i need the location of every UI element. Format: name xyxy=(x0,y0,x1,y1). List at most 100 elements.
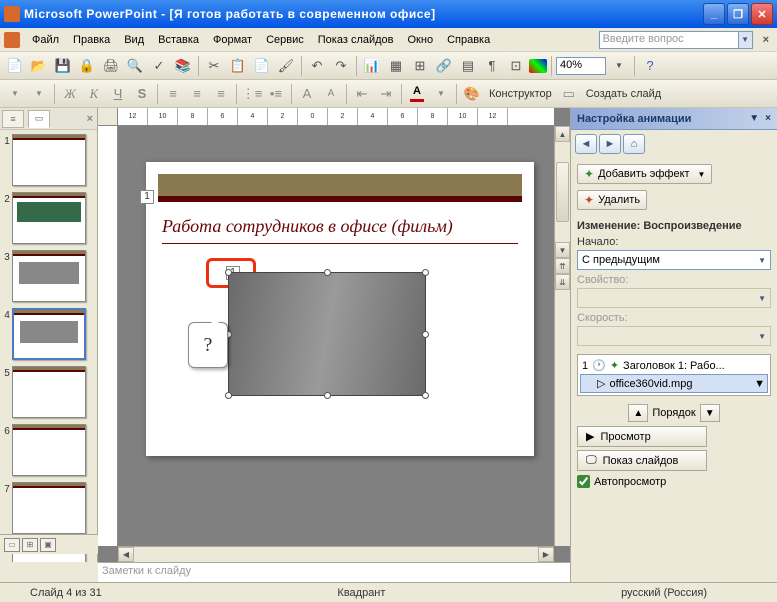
anim-item-2[interactable]: ▷office360vid.mpg▼ xyxy=(580,374,768,393)
cut-icon[interactable]: ✂ xyxy=(203,55,225,77)
new-slide-icon[interactable]: ▭ xyxy=(558,83,580,105)
new-slide-button[interactable]: Создать слайд xyxy=(582,88,665,100)
scroll-down-icon[interactable]: ▼ xyxy=(555,242,570,258)
decrease-font-icon[interactable]: A xyxy=(320,83,342,105)
menu-slideshow[interactable]: Показ слайдов xyxy=(312,32,400,48)
showhide-icon[interactable]: ¶ xyxy=(481,55,503,77)
close-button[interactable]: ✕ xyxy=(751,3,773,25)
slide-title[interactable]: Работа сотрудников в офисе (фильм) xyxy=(146,202,534,243)
add-effect-button[interactable]: ✦Добавить эффект▼ xyxy=(577,164,712,184)
remove-button[interactable]: ✦Удалить xyxy=(577,190,647,210)
thumb-5[interactable]: 5 xyxy=(2,366,95,418)
menu-help[interactable]: Справка xyxy=(441,32,496,48)
hyperlink-icon[interactable]: 🔗 xyxy=(433,55,455,77)
pane-dropdown-icon[interactable]: ▼ xyxy=(749,113,759,124)
expand-icon[interactable]: ▤ xyxy=(457,55,479,77)
resize-handle-ne[interactable] xyxy=(422,269,429,276)
resize-handle-s[interactable] xyxy=(324,392,331,399)
new-icon[interactable]: 📄 xyxy=(4,55,26,77)
menu-tools[interactable]: Сервис xyxy=(260,32,310,48)
normal-view-icon[interactable]: ▭ xyxy=(4,538,20,552)
notes-pane[interactable]: Заметки к слайду xyxy=(98,562,571,582)
thumb-4[interactable]: 4 xyxy=(2,308,95,360)
undo-icon[interactable]: ↶ xyxy=(306,55,328,77)
resize-handle-e[interactable] xyxy=(422,331,429,338)
nav-forward-icon[interactable]: ► xyxy=(599,134,621,154)
autopreview-check[interactable]: Автопросмотр xyxy=(577,475,771,488)
scroll-right-icon[interactable]: ▶ xyxy=(538,547,554,562)
pane-close-icon[interactable]: × xyxy=(765,113,771,124)
table-icon[interactable]: ▦ xyxy=(385,55,407,77)
ask-dropdown[interactable]: ▼ xyxy=(739,31,753,49)
open-icon[interactable]: 📂 xyxy=(28,55,50,77)
maximize-button[interactable]: ❐ xyxy=(727,3,749,25)
preview-button[interactable]: ▶Просмотр xyxy=(577,426,707,447)
slide-editor[interactable]: 12108642024681012 1 Работа сотрудников в… xyxy=(98,108,571,562)
thumbnails-close[interactable]: × xyxy=(87,113,93,125)
grid-icon[interactable]: ⊡ xyxy=(505,55,527,77)
resize-handle-nw[interactable] xyxy=(225,269,232,276)
minimize-button[interactable]: _ xyxy=(703,3,725,25)
format-painter-icon[interactable]: 🖌 xyxy=(275,55,297,77)
copy-icon[interactable]: 📋 xyxy=(227,55,249,77)
shadow-icon[interactable]: S xyxy=(131,83,153,105)
bullets-icon[interactable]: •≡ xyxy=(265,83,287,105)
document-icon[interactable] xyxy=(4,32,20,48)
align-center-icon[interactable]: ≡ xyxy=(186,83,208,105)
thumb-3[interactable]: 3 xyxy=(2,250,95,302)
decrease-indent-icon[interactable]: ⇤ xyxy=(351,83,373,105)
align-left-icon[interactable]: ≡ xyxy=(162,83,184,105)
paste-icon[interactable]: 📄 xyxy=(251,55,273,77)
font-color-dropdown[interactable]: ▼ xyxy=(430,83,452,105)
preview-icon[interactable]: 🔍 xyxy=(124,55,146,77)
resize-handle-sw[interactable] xyxy=(225,392,232,399)
menu-view[interactable]: Вид xyxy=(118,32,150,48)
color-icon[interactable] xyxy=(529,59,547,73)
font-dropdown[interactable]: ▼ xyxy=(4,83,26,105)
thumb-2[interactable]: 2 xyxy=(2,192,95,244)
zoom-dropdown-icon[interactable]: ▼ xyxy=(608,55,630,77)
outline-tab[interactable]: ≡ xyxy=(2,110,24,128)
thumb-6[interactable]: 6 xyxy=(2,424,95,476)
slideshow-button[interactable]: 🖵Показ слайдов xyxy=(577,450,707,471)
research-icon[interactable]: 📚 xyxy=(172,55,194,77)
thumb-7[interactable]: 7 xyxy=(2,482,95,534)
next-slide-icon[interactable]: ⇊ xyxy=(555,274,570,290)
redo-icon[interactable]: ↷ xyxy=(330,55,352,77)
menu-window[interactable]: Окно xyxy=(402,32,440,48)
zoom-combo[interactable]: 40% xyxy=(556,57,606,75)
help-icon[interactable]: ? xyxy=(639,55,661,77)
align-right-icon[interactable]: ≡ xyxy=(210,83,232,105)
anim-tag-title[interactable]: 1 xyxy=(140,190,154,204)
permission-icon[interactable]: 🔒 xyxy=(76,55,98,77)
move-down-button[interactable]: ▼ xyxy=(700,404,720,422)
item-dropdown-icon[interactable]: ▼ xyxy=(754,378,765,390)
move-up-button[interactable]: ▲ xyxy=(628,404,648,422)
menu-file[interactable]: Файл xyxy=(26,32,65,48)
designer-button[interactable]: Конструктор xyxy=(485,88,556,100)
menu-insert[interactable]: Вставка xyxy=(152,32,205,48)
chart-icon[interactable]: 📊 xyxy=(361,55,383,77)
tables-borders-icon[interactable]: ⊞ xyxy=(409,55,431,77)
resize-handle-n[interactable] xyxy=(324,269,331,276)
resize-handle-se[interactable] xyxy=(422,392,429,399)
font-color-icon[interactable]: A xyxy=(406,85,428,102)
bold-icon[interactable]: Ж xyxy=(59,83,81,105)
horizontal-scrollbar[interactable]: ◀ ▶ xyxy=(118,546,554,562)
increase-font-icon[interactable]: A xyxy=(296,83,318,105)
ask-box[interactable]: Введите вопрос xyxy=(599,31,739,49)
scroll-thumb[interactable] xyxy=(556,162,569,222)
thumb-1[interactable]: 1 xyxy=(2,134,95,186)
vertical-scrollbar[interactable]: ▲ ▼ ⇈ ⇊ xyxy=(554,126,570,546)
start-combo[interactable]: С предыдущим▼ xyxy=(577,250,771,270)
size-dropdown[interactable]: ▼ xyxy=(28,83,50,105)
scroll-up-icon[interactable]: ▲ xyxy=(555,126,570,142)
increase-indent-icon[interactable]: ⇥ xyxy=(375,83,397,105)
slideshow-view-icon[interactable]: ▣ xyxy=(40,538,56,552)
video-placeholder[interactable] xyxy=(228,272,426,396)
autopreview-checkbox[interactable] xyxy=(577,475,590,488)
scroll-left-icon[interactable]: ◀ xyxy=(118,547,134,562)
sorter-view-icon[interactable]: ⊞ xyxy=(22,538,38,552)
animation-list[interactable]: 1🕐✦Заголовок 1: Рабо... ▷office360vid.mp… xyxy=(577,354,771,396)
menu-format[interactable]: Формат xyxy=(207,32,258,48)
